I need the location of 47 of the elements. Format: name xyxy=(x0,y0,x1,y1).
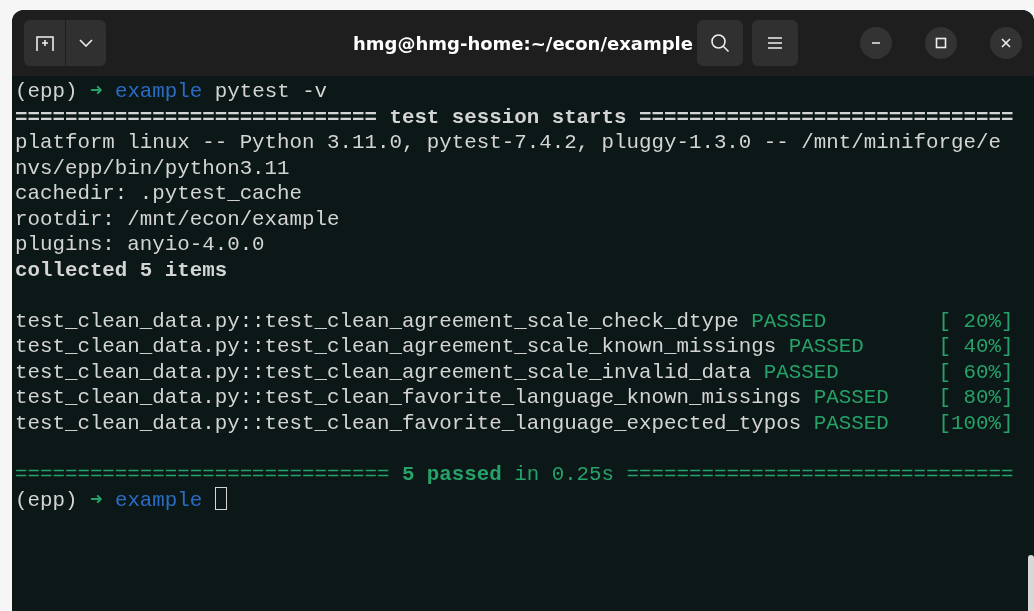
output-text: plugins: anyio-4.0.0 xyxy=(15,233,265,256)
prompt-env: (epp) xyxy=(15,489,78,512)
output-text: collected 5 items xyxy=(15,258,228,282)
command-text: pytest -v xyxy=(214,80,328,103)
prompt-env: (epp) xyxy=(15,80,78,103)
window-title: hmg@hmg-home:~/econ/example xyxy=(353,31,693,56)
prompt-arrow: ➜ xyxy=(89,489,103,512)
progress-text: [100%] xyxy=(938,410,1014,436)
separator-line: ============================== xyxy=(639,105,1014,129)
section-heading: test session starts xyxy=(389,105,627,129)
test-name: test_clean_data.py::test_clean_agreement_scale_invalid_data xyxy=(15,359,752,385)
separator-line: ============================== xyxy=(15,462,390,486)
progress-text: [ 40%] xyxy=(938,334,1014,360)
test-name: test_clean_data.py::test_clean_favorite_language_expected_typos xyxy=(15,410,802,436)
close-button[interactable] xyxy=(990,27,1022,59)
prompt-directory: example xyxy=(114,489,203,512)
progress-text: [ 20%] xyxy=(938,308,1014,334)
maximize-button[interactable] xyxy=(925,27,957,59)
output-text: nvs/epp/bin/python3.11 xyxy=(15,156,290,180)
test-outcome: PASSED xyxy=(813,385,889,411)
new-tab-icon xyxy=(34,34,55,52)
scrollbar-thumb[interactable] xyxy=(1028,555,1034,611)
maximize-icon xyxy=(935,37,947,49)
test-name: test_clean_data.py::test_clean_agreement_scale_known_missings xyxy=(15,334,777,360)
output-text: rootdir: /mnt/econ/example xyxy=(15,207,340,231)
output-text: cachedir: .pytest_cache xyxy=(15,182,303,205)
search-icon xyxy=(710,33,730,53)
test-outcome: PASSED xyxy=(813,410,889,436)
search-button[interactable] xyxy=(697,20,743,66)
test-outcome: PASSED xyxy=(751,308,827,334)
separator-line: =============================== xyxy=(626,462,1014,486)
chevron-down-icon xyxy=(79,39,93,47)
test-name: test_clean_data.py::test_clean_favorite_language_known_missings xyxy=(15,385,802,411)
test-name: test_clean_data.py::test_clean_agreement_scale_check_dtype xyxy=(15,308,739,334)
summary-text: 5 passed in 0.25s xyxy=(401,462,615,486)
separator-line: ============================= xyxy=(15,105,377,129)
output-text: platform linux -- Python 3.11.0, pytest-7.4.2, pluggy-1.3.0 -- /mnt/miniforge/e xyxy=(15,131,1001,154)
test-outcome: PASSED xyxy=(763,359,839,385)
progress-text: [ 60%] xyxy=(938,359,1014,385)
progress-text: [ 80%] xyxy=(938,385,1014,411)
menu-icon xyxy=(767,36,783,50)
close-icon xyxy=(1000,37,1012,49)
prompt-directory: example xyxy=(114,80,203,103)
minimize-icon xyxy=(871,42,881,44)
menu-button[interactable] xyxy=(752,20,798,66)
prompt-arrow: ➜ xyxy=(89,80,103,103)
test-outcome: PASSED xyxy=(788,334,864,360)
